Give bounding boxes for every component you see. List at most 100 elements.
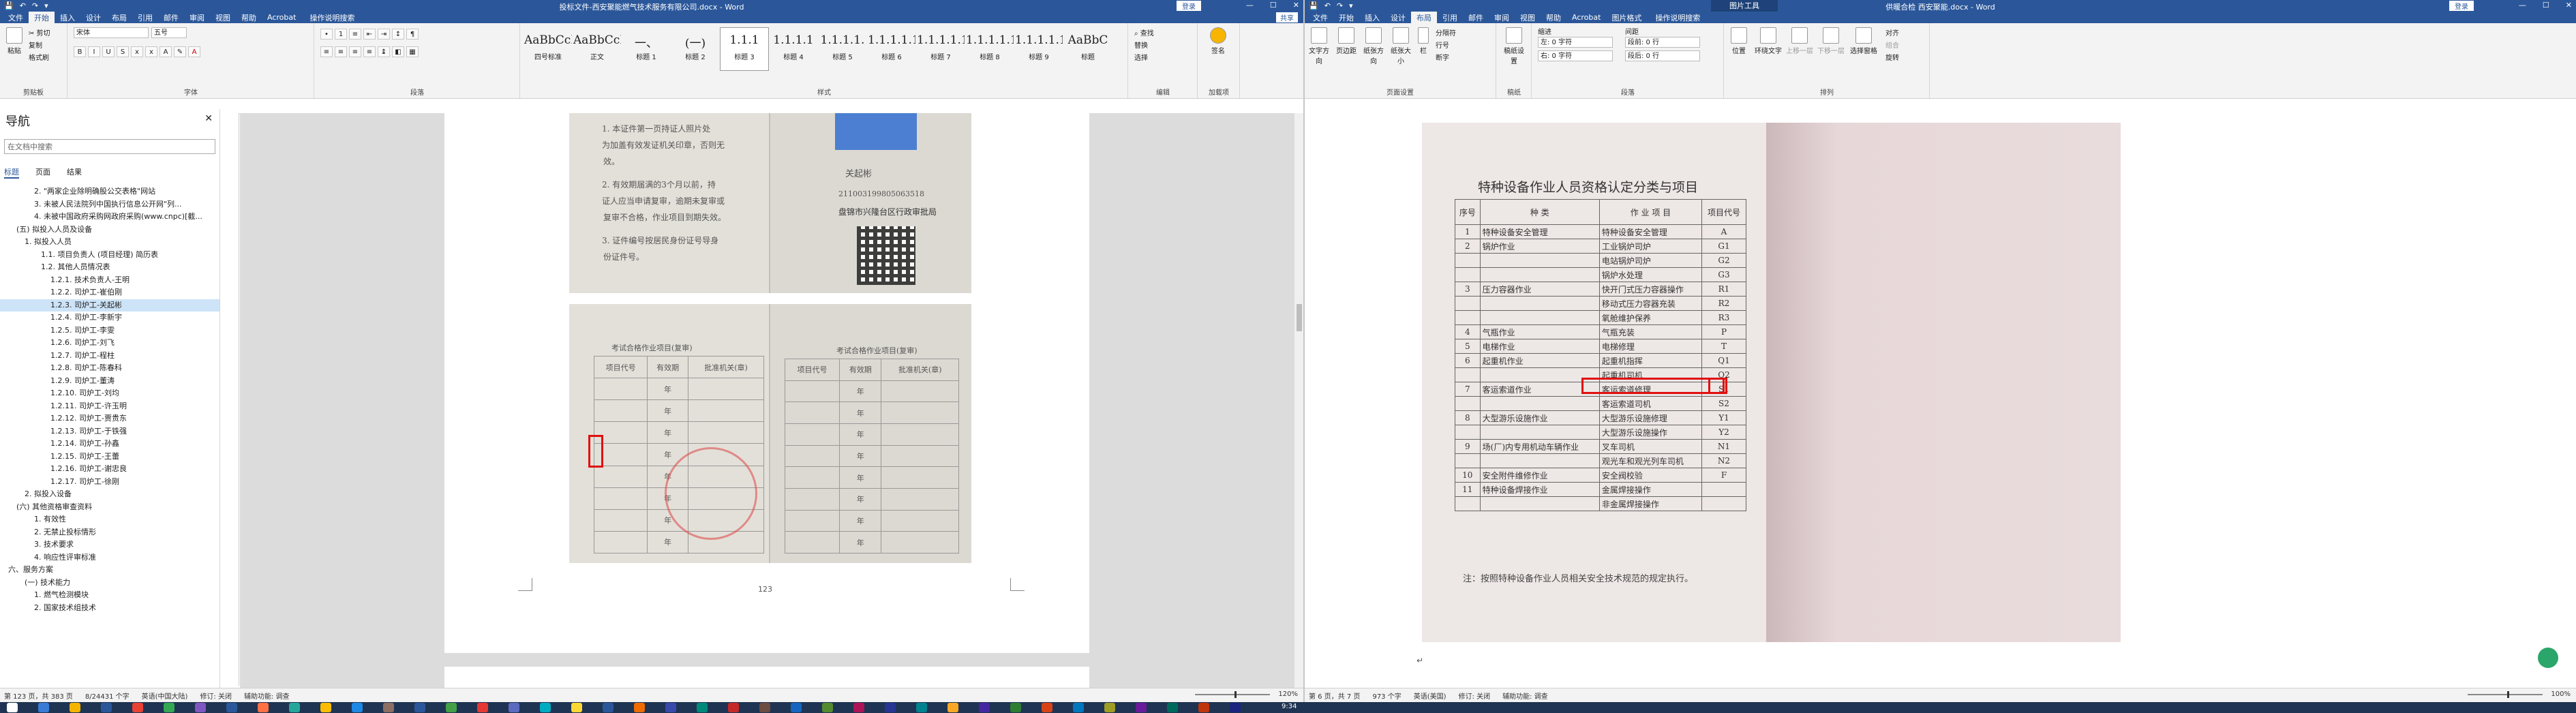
nav-heading-item[interactable]: 1.2.8. 司炉工-陈春科 (0, 362, 219, 375)
taskbar-app-icon[interactable] (728, 703, 739, 712)
text-direction-button[interactable]: 文字方向 (1307, 27, 1331, 65)
taskbar-app-icon[interactable] (759, 703, 770, 712)
maximize-button[interactable]: ☐ (1270, 1, 1277, 10)
tab-layout[interactable]: 布局 (106, 12, 132, 24)
taskbar-app-icon[interactable] (916, 703, 927, 712)
find-button[interactable]: ⌕ 查找 (1134, 27, 1154, 37)
taskbar-app-icon[interactable] (697, 703, 708, 712)
taskbar-app-icon[interactable] (352, 703, 363, 712)
signature-button[interactable]: 签名 (1207, 27, 1230, 55)
nav-heading-item[interactable]: 1.2.16. 司炉工-谢忠良 (0, 463, 219, 476)
format-painter-button[interactable]: 格式刷 (29, 52, 49, 62)
wrap-text-button[interactable]: 环绕文字 (1755, 27, 1782, 55)
accessibility[interactable]: 辅助功能: 调查 (1502, 691, 1548, 701)
tab-mailings[interactable]: 邮件 (1463, 12, 1489, 24)
line-spacing-icon[interactable]: ↨ (378, 46, 390, 57)
tell-me-search[interactable]: 操作说明搜索 (301, 12, 354, 23)
rotate-button[interactable]: 旋转 (1885, 52, 1899, 62)
tab-home[interactable]: 开始 (1333, 12, 1359, 24)
nav-heading-item[interactable]: 2. 拟投入设备 (0, 488, 219, 501)
tab-help[interactable]: 帮助 (1541, 12, 1566, 24)
align-button[interactable]: 对齐 (1885, 27, 1899, 37)
nav-heading-item[interactable]: 1.2.13. 司炉工-于铁强 (0, 425, 219, 438)
nav-heading-item[interactable]: 1.1. 项目负责人 (项目经理) 简历表 (0, 249, 219, 262)
style-item[interactable]: (一) 标题 2 (671, 27, 720, 71)
group-button[interactable]: 组合 (1885, 40, 1899, 50)
zoom-slider[interactable] (2468, 691, 2543, 698)
nav-heading-item[interactable]: 1.2.7. 司炉工-程柱 (0, 350, 219, 363)
nav-heading-item[interactable]: 1. 有效性 (0, 513, 219, 526)
increase-indent-icon[interactable]: ⇥ (378, 29, 390, 40)
text-effects-icon[interactable]: A (160, 46, 172, 57)
style-item[interactable]: 1.1.1 标题 3 (720, 27, 769, 71)
decrease-indent-icon[interactable]: ⇤ (363, 29, 376, 40)
style-item[interactable]: 一、 标题 1 (622, 27, 671, 71)
taskbar-app-icon[interactable] (383, 703, 394, 712)
taskbar-app-icon[interactable] (540, 703, 551, 712)
nav-heading-item[interactable]: 六、服务方案 (0, 564, 219, 577)
nav-heading-item[interactable]: 1.2.4. 司炉工-李新宇 (0, 312, 219, 324)
nav-heading-item[interactable]: 1.2.2. 司炉工-崔伯刚 (0, 286, 219, 299)
style-item[interactable]: 1.1.1.1.1. 标题 7 (916, 27, 965, 71)
nav-heading-item[interactable]: 1.2.3. 司炉工-关起彬 (0, 299, 219, 312)
nav-heading-item[interactable]: 4. 响应性评审标准 (0, 551, 219, 564)
style-item[interactable]: AaBbCcI 四号标准 (524, 27, 573, 71)
numbering-icon[interactable]: 1 (335, 29, 347, 40)
taskbar-app-icon[interactable] (320, 703, 331, 712)
select-button[interactable]: 选择 (1134, 52, 1148, 62)
taskbar-app-icon[interactable] (164, 703, 175, 712)
zoom-level[interactable]: 100% (2551, 691, 2571, 698)
taskbar-app-icon[interactable] (822, 703, 833, 712)
shading-icon[interactable]: ◧ (392, 46, 404, 57)
align-right-icon[interactable]: ≡ (349, 46, 361, 57)
align-left-icon[interactable]: ≡ (320, 46, 333, 57)
taskbar-app-icon[interactable] (571, 703, 582, 712)
tab-file[interactable]: 文件 (1307, 12, 1333, 24)
hyphenation-button[interactable]: 断字 (1436, 52, 1449, 62)
right-login-button[interactable]: 登录 (2449, 1, 2474, 11)
nav-heading-item[interactable]: 4. 未被中国政府采购网政府采购(www.cnpc)[截... (0, 211, 219, 224)
strikethrough-icon[interactable]: S (117, 46, 129, 57)
tab-acrobat[interactable]: Acrobat (1566, 12, 1606, 22)
spacing-before-input[interactable]: 段前: 0 行 (1625, 37, 1700, 48)
nav-heading-item[interactable]: 2. 无禁止投标情形 (0, 526, 219, 539)
certificate-card-photo[interactable]: 1. 本证件第一页持证人照片处 为加盖有效发证机关印章，否则无 效。 2. 有效期届满… (569, 113, 971, 293)
left-scroll-thumb[interactable] (1297, 304, 1302, 331)
page-count[interactable]: 第 123 页，共 383 页 (4, 691, 73, 701)
word-count[interactable]: 8/24431 个字 (85, 691, 130, 701)
nav-heading-item[interactable]: (一) 技术能力 (0, 577, 219, 590)
nav-heading-item[interactable]: 1.2.12. 司炉工-贾贵东 (0, 412, 219, 425)
size-button[interactable]: 纸张大小 (1389, 27, 1412, 65)
taskbar-app-icon[interactable] (665, 703, 676, 712)
assistant-icon[interactable] (2538, 648, 2558, 668)
nav-heading-item[interactable]: 1.2.10. 司炉工-刘均 (0, 387, 219, 400)
send-backward-button[interactable]: 下移一层 (1817, 27, 1845, 55)
multilevel-icon[interactable]: ≡ (349, 29, 361, 40)
nav-heading-item[interactable]: 1.2.14. 司炉工-孙鑫 (0, 438, 219, 451)
nav-heading-item[interactable]: 1.2.5. 司炉工-李雯 (0, 324, 219, 337)
share-button[interactable]: 共享 (1276, 12, 1298, 22)
style-item[interactable]: 1.1.1.1.1. 标题 9 (1014, 27, 1063, 71)
selection-pane-button[interactable]: 选择窗格 (1849, 27, 1879, 55)
nav-heading-item[interactable]: 1.2.15. 司炉工-王蕾 (0, 451, 219, 464)
close-button[interactable]: ✕ (2566, 1, 2572, 10)
spacing-after-input[interactable]: 段后: 0 行 (1625, 50, 1700, 61)
close-button[interactable]: ✕ (1293, 1, 1299, 10)
taskbar-app-icon[interactable] (1167, 703, 1178, 712)
tab-view[interactable]: 视图 (1515, 12, 1541, 24)
zoom-level[interactable]: 120% (1278, 691, 1298, 698)
style-item[interactable]: AaBbCcD 正文 (573, 27, 622, 71)
tab-review[interactable]: 审阅 (1489, 12, 1515, 24)
nav-tab-pages[interactable]: 页面 (35, 166, 50, 179)
nav-heading-item[interactable]: 2. "两家企业除明确股公交表格"网站 (0, 185, 219, 198)
highlight-icon[interactable]: ✎ (174, 46, 186, 57)
bullets-icon[interactable]: • (320, 29, 333, 40)
font-size-select[interactable]: 五号 (151, 27, 187, 38)
nav-heading-item[interactable]: (六) 其他资格审查资料 (0, 501, 219, 514)
track-changes[interactable]: 修订: 关闭 (1459, 691, 1491, 701)
breaks-button[interactable]: 分隔符 (1436, 27, 1456, 37)
left-login-button[interactable]: 登录 (1177, 1, 1201, 11)
justify-icon[interactable]: ≡ (363, 46, 376, 57)
bold-icon[interactable]: B (74, 46, 86, 57)
tab-mailings[interactable]: 邮件 (158, 12, 184, 24)
